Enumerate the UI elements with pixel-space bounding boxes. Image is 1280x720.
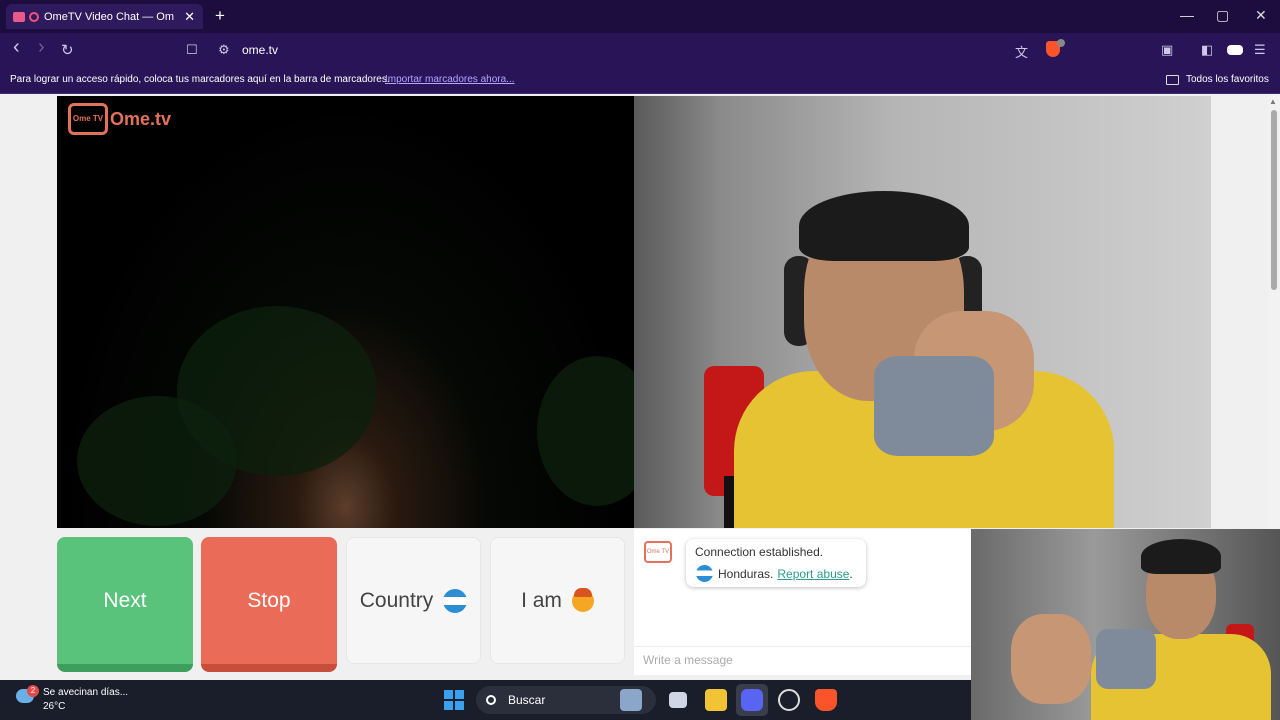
logo-text: Ome.tv [110, 108, 172, 129]
ometv-small-logo-icon: Ome TV [644, 541, 672, 563]
translate-icon[interactable]: 文 [1015, 42, 1028, 61]
forward-button[interactable]: › [38, 36, 45, 59]
recording-icon [29, 11, 39, 22]
boy-emoji-icon [571, 587, 594, 612]
tab-title: OmeTV Video Chat — Omegl [44, 10, 174, 23]
back-button[interactable]: ‹ [13, 36, 20, 59]
gender-label: I am [521, 588, 562, 612]
tv-icon: Ome TV [68, 103, 108, 135]
close-window-button[interactable]: ✕ [1255, 7, 1267, 24]
hand-shape [1011, 614, 1091, 704]
partner-video [634, 96, 1211, 528]
person-hair-shape [1141, 539, 1221, 574]
import-bookmarks-link[interactable]: Importar marcadores ahora... [385, 74, 515, 85]
bookmark-icon[interactable]: ☐ [186, 42, 198, 58]
scrollbar-thumb[interactable] [1271, 110, 1277, 290]
weather-text[interactable]: Se avecinan días... [43, 687, 128, 698]
all-favorites-button[interactable]: Todos los favoritos [1186, 74, 1269, 85]
connection-status: Connection established. [695, 545, 824, 559]
widget-icon[interactable] [620, 689, 642, 711]
scroll-up-icon[interactable]: ▲ [1269, 97, 1277, 106]
search-icon [486, 695, 496, 705]
stop-button[interactable]: Stop [201, 537, 337, 672]
weather-badge: 2 [27, 685, 39, 697]
navigation-bar: ‹ › ↻ ☐ ⚙ ome.tv 文 ▣ ◧ ☰ [0, 33, 1280, 67]
address-bar[interactable]: ome.tv [242, 43, 278, 57]
stranger-video [57, 96, 634, 528]
ometv-logo: Ome TV Ome.tv [68, 103, 171, 135]
toy-figure-shape [874, 356, 994, 456]
screenshot-icon[interactable]: ▣ [1161, 42, 1173, 58]
tab-ometv[interactable]: OmeTV Video Chat — Omegl ✕ [6, 4, 203, 29]
shields-badge-icon [1057, 39, 1065, 47]
bookmarks-hint: Para lograr un acceso rápido, coloca tus… [10, 74, 390, 85]
chatgpt-icon[interactable] [778, 689, 800, 711]
search-label: Buscar [508, 693, 546, 707]
discord-icon[interactable] [741, 689, 763, 711]
new-tab-button[interactable]: + [215, 6, 225, 26]
gender-button[interactable]: I am [490, 537, 625, 664]
menu-icon[interactable]: ☰ [1254, 42, 1266, 58]
stop-label: Stop [247, 588, 291, 612]
wallet-icon[interactable] [1227, 45, 1243, 55]
sidebar-icon[interactable]: ◧ [1201, 42, 1213, 58]
next-label: Next [103, 588, 147, 612]
file-explorer-icon[interactable] [705, 689, 727, 711]
ometv-favicon-icon [13, 11, 25, 22]
folder-icon [1166, 75, 1179, 85]
partner-country-line: Honduras. Report abuse. [696, 565, 853, 582]
message-input[interactable] [634, 646, 971, 672]
bookmarks-bar: Para lograr un acceso rápido, coloca tus… [0, 67, 1280, 94]
foliage-shape [537, 356, 634, 506]
foliage-shape [77, 396, 237, 526]
partner-country: Honduras. [718, 566, 774, 581]
task-view-icon[interactable] [669, 692, 687, 708]
next-button[interactable]: Next [57, 537, 193, 672]
site-settings-icon[interactable]: ⚙ [218, 42, 230, 58]
minimize-button[interactable]: — [1180, 7, 1194, 23]
brave-icon[interactable] [815, 689, 837, 711]
toy-figure-shape [1096, 629, 1156, 689]
windows-start-icon[interactable] [444, 690, 464, 710]
person-hair-shape [799, 191, 969, 261]
reload-button[interactable]: ↻ [61, 41, 74, 59]
self-camera-preview [971, 529, 1280, 720]
honduras-flag-icon [696, 565, 713, 582]
country-button[interactable]: Country [346, 537, 481, 664]
title-bar: OmeTV Video Chat — Omegl ✕ + — ▢ ✕ [0, 0, 1280, 33]
tab-close-icon[interactable]: ✕ [184, 9, 195, 25]
country-label: Country [359, 588, 434, 612]
maximize-button[interactable]: ▢ [1216, 7, 1229, 24]
weather-temp: 26°C [43, 701, 66, 712]
report-suffix: . [849, 566, 853, 581]
honduras-flag-icon [443, 588, 468, 613]
report-abuse-link[interactable]: Report abuse [777, 567, 849, 581]
